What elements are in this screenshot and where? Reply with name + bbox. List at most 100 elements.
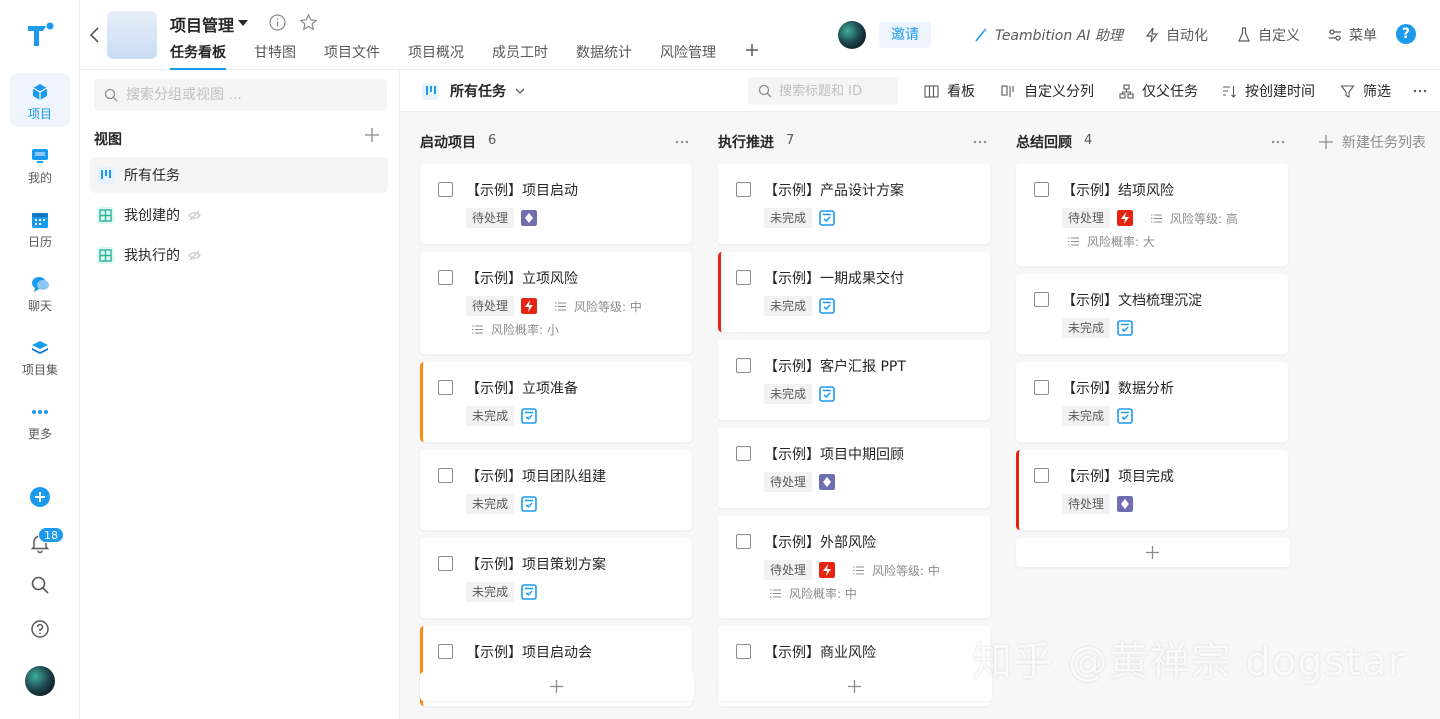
rail-item-more[interactable]: 更多 [10, 393, 70, 447]
more-horizontal-icon[interactable] [674, 134, 690, 150]
tab-statistics[interactable]: 数据统计 [576, 42, 632, 70]
view-switcher[interactable]: 所有任务 [422, 81, 526, 101]
status-tag[interactable]: 未完成 [466, 406, 515, 426]
task-card[interactable]: 【示例】项目启动 待处理 [420, 164, 692, 244]
teambition-logo[interactable] [26, 20, 54, 48]
status-tag[interactable]: 未完成 [466, 494, 515, 514]
rail-item-mine[interactable]: 我的 [10, 137, 70, 191]
add-view-icon[interactable] [364, 127, 380, 143]
user-avatar[interactable] [25, 666, 55, 696]
eye-hidden-icon[interactable] [188, 209, 201, 222]
task-card[interactable]: 【示例】项目完成 待处理 [1016, 450, 1288, 530]
task-checkbox[interactable] [736, 534, 751, 549]
parent-tasks-only-button[interactable]: 仅父任务 [1119, 82, 1198, 100]
info-icon[interactable] [269, 14, 286, 31]
task-card[interactable]: 【示例】项目中期回顾 待处理 [718, 428, 990, 508]
task-checkbox[interactable] [438, 182, 453, 197]
more-horizontal-icon[interactable] [1412, 83, 1428, 99]
tab-member-hours[interactable]: 成员工时 [492, 42, 548, 70]
status-tag[interactable]: 未完成 [764, 208, 813, 228]
status-tag[interactable]: 未完成 [466, 582, 515, 602]
chevron-down-icon[interactable] [238, 20, 248, 26]
task-search[interactable] [748, 77, 898, 105]
task-checkbox[interactable] [438, 644, 453, 659]
task-checkbox[interactable] [736, 270, 751, 285]
views-search[interactable] [94, 79, 387, 111]
task-checkbox[interactable] [736, 358, 751, 373]
menu-button[interactable]: 菜单 [1327, 25, 1377, 45]
task-card[interactable]: 【示例】结项风险 待处理 风险等级: 高 风险概率: 大 [1016, 164, 1288, 266]
task-checkbox[interactable] [438, 468, 453, 483]
star-icon[interactable] [299, 13, 318, 32]
filter-button[interactable]: 筛选 [1340, 82, 1391, 100]
help-icon[interactable]: ? [1396, 24, 1416, 44]
task-checkbox[interactable] [438, 270, 453, 285]
status-tag[interactable]: 未完成 [1062, 318, 1111, 338]
task-checkbox[interactable] [736, 644, 751, 659]
task-checkbox[interactable] [438, 380, 453, 395]
task-card[interactable]: 【示例】产品设计方案 未完成 [718, 164, 990, 244]
view-item-assigned-to-me[interactable]: 我执行的 [90, 237, 388, 273]
tab-task-board[interactable]: 任务看板 [170, 42, 226, 70]
task-checkbox[interactable] [736, 182, 751, 197]
back-arrow-icon[interactable] [88, 24, 102, 46]
rail-item-portfolio[interactable]: 项目集 [10, 329, 70, 383]
task-card[interactable]: 【示例】一期成果交付 未完成 [718, 252, 990, 332]
status-tag[interactable]: 未完成 [764, 296, 813, 316]
tab-gantt[interactable]: 甘特图 [254, 42, 296, 70]
board-view-button[interactable]: 看板 [924, 82, 975, 100]
status-tag[interactable]: 待处理 [1062, 494, 1111, 514]
task-card[interactable]: 【示例】立项准备 未完成 [420, 362, 692, 442]
status-tag[interactable]: 待处理 [1062, 208, 1111, 228]
status-tag[interactable]: 待处理 [466, 296, 515, 316]
automation-button[interactable]: 自动化 [1144, 25, 1208, 45]
status-tag[interactable]: 待处理 [764, 560, 813, 580]
more-horizontal-icon[interactable] [972, 134, 988, 150]
task-card[interactable]: 【示例】数据分析 未完成 [1016, 362, 1288, 442]
rail-item-calendar[interactable]: 日历 [10, 201, 70, 255]
tab-files[interactable]: 项目文件 [324, 42, 380, 70]
status-tag[interactable]: 待处理 [764, 472, 813, 492]
rail-item-projects[interactable]: 项目 [10, 73, 70, 127]
task-card[interactable]: 【示例】文档梳理沉淀 未完成 [1016, 274, 1288, 354]
status-tag[interactable]: 未完成 [764, 384, 813, 404]
tab-overview[interactable]: 项目概况 [408, 42, 464, 70]
custom-columns-button[interactable]: 自定义分列 [1001, 82, 1094, 100]
tab-risk[interactable]: 风险管理 [660, 42, 716, 70]
task-card[interactable]: 【示例】外部风险 待处理 风险等级: 中 风险概率: 中 [718, 516, 990, 618]
status-tag[interactable]: 未完成 [1062, 406, 1111, 426]
column-title[interactable]: 总结回顾 [1016, 132, 1072, 152]
views-search-input[interactable] [126, 79, 376, 111]
help-circle-icon[interactable] [28, 617, 52, 641]
more-horizontal-icon[interactable] [1270, 134, 1286, 150]
new-task-list-button[interactable]: 新建任务列表 [1318, 132, 1426, 152]
task-checkbox[interactable] [1034, 292, 1049, 307]
status-tag[interactable]: 待处理 [466, 208, 515, 228]
search-icon[interactable] [28, 573, 52, 597]
add-tab-icon[interactable] [744, 42, 760, 70]
task-card[interactable]: 【示例】项目团队组建 未完成 [420, 450, 692, 530]
task-checkbox[interactable] [438, 556, 453, 571]
task-checkbox[interactable] [1034, 182, 1049, 197]
eye-hidden-icon[interactable] [188, 249, 201, 262]
task-card[interactable]: 【示例】立项风险 待处理 风险等级: 中 风险概率: 小 [420, 252, 692, 354]
task-checkbox[interactable] [736, 446, 751, 461]
task-card[interactable]: 【示例】项目策划方案 未完成 [420, 538, 692, 618]
invite-button[interactable]: 邀请 [879, 22, 931, 48]
project-title[interactable]: 项目管理 [170, 12, 234, 36]
add-task-button[interactable] [420, 672, 694, 701]
task-card[interactable]: 【示例】客户汇报 PPT 未完成 [718, 340, 990, 420]
add-task-button[interactable] [1016, 538, 1290, 567]
create-plus-icon[interactable] [28, 485, 52, 509]
view-item-all-tasks[interactable]: 所有任务 [90, 157, 388, 193]
member-avatar[interactable] [838, 21, 866, 49]
column-title[interactable]: 启动项目 [420, 132, 476, 152]
task-checkbox[interactable] [1034, 380, 1049, 395]
customize-button[interactable]: 自定义 [1236, 25, 1300, 45]
rail-item-chat[interactable]: 聊天 [10, 265, 70, 319]
add-task-button[interactable] [718, 672, 992, 701]
task-checkbox[interactable] [1034, 468, 1049, 483]
ai-assistant-button[interactable]: Teambition AI 助理 [973, 25, 1123, 45]
sort-button[interactable]: 按创建时间 [1222, 82, 1315, 100]
view-item-created-by-me[interactable]: 我创建的 [90, 197, 388, 233]
